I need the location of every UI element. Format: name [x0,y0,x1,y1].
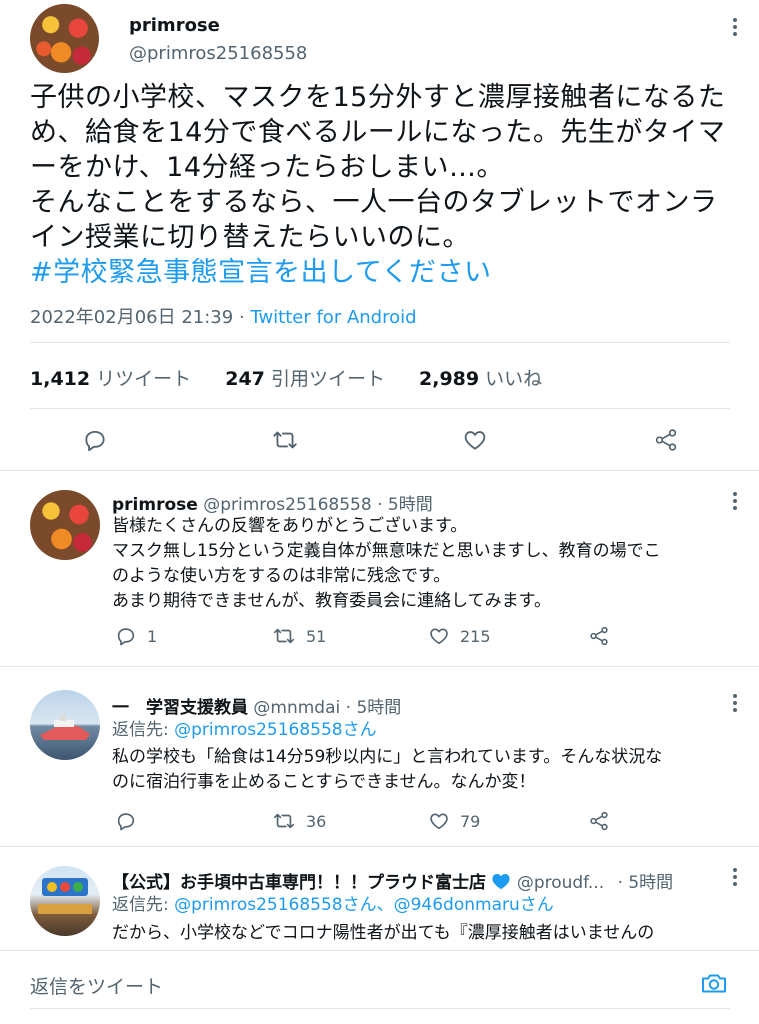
quotes-stat[interactable]: 247 引用ツイート [225,368,413,390]
divider [30,342,730,343]
share-icon[interactable] [588,810,610,832]
tweet-text-line: め、給食を14分で食べるルールになった。先生がタイマ [30,117,726,148]
share-icon[interactable] [588,625,610,647]
tweet-text-line: イン授業に切り替えたらいいのに。 [30,222,470,253]
reply-author-name[interactable]: 一 学習支援教員 [112,698,248,718]
reply-text-line: マスク無し15分という定義自体が無意味だと思いますし、教育の場でこ [112,541,661,561]
reply-text-line: あまり期待できませんが、教育委員会に連絡してみます。 [112,591,551,611]
reply-to-link[interactable]: @primros25168558さん [174,720,376,740]
reply-text: だから、小学校などでコロナ陽性者が出ても『濃厚接触者はいませんの [112,921,654,946]
reply-author-handle[interactable]: @proudf... [517,873,604,893]
reply-compose-input[interactable]: 返信をツイート [30,972,163,999]
reply-author-handle[interactable]: @mnmdai [253,698,340,718]
reply-action-reply[interactable] [115,810,137,832]
main-author-avatar[interactable] [30,4,99,73]
camera-icon[interactable] [700,970,728,996]
reply-count: 1 [147,626,158,646]
reply-to-line: 返信先: @primros25168558さん [112,718,377,743]
reply-author-name[interactable]: 【公式】お手頃中古車専門！！！プラウド富士店 [112,873,486,893]
tweet-stats: 1,412 リツイート 247 引用ツイート 2,989 いいね [30,364,570,391]
reply-avatar[interactable] [30,866,100,936]
more-options-icon[interactable] [733,18,739,39]
divider [30,408,730,409]
like-count: 215 [460,626,491,646]
like-count: 79 [460,811,481,831]
reply-action-retweet[interactable]: 36 [272,810,326,832]
reply-action-like[interactable]: 79 [428,810,480,832]
reply-to-link[interactable]: @primros25168558さん、@946donmaruさん [174,895,554,915]
share-icon[interactable] [653,427,679,453]
reply-text-line: 皆様たくさんの反響をありがとうございます。 [112,516,468,536]
hashtag-link[interactable]: #学校緊急事態宣言を出してください [30,255,735,290]
main-author-name[interactable]: primrose [129,15,220,36]
reply-avatar[interactable] [30,490,100,560]
reply-time[interactable]: · 5時間 [346,698,402,718]
retweet-count: 51 [306,626,327,646]
reply-header: 一 学習支援教員 @mnmdai · 5時間 [112,693,401,718]
reply-text-line: のに宿泊行事を止めることすらできません。なんか変！ [112,772,536,792]
reply-icon[interactable] [82,427,108,453]
reply-header: 【公式】お手頃中古車専門！！！プラウド富士店 @proudf... · 5時間 [112,868,722,893]
reply-to-label: 返信先: [112,895,169,915]
reply-action-retweet[interactable]: 51 [272,625,326,647]
tweet-source-link[interactable]: Twitter for Android [250,307,416,328]
reply-to-line: 返信先: @primros25168558さん、@946donmaruさん [112,893,554,918]
reply-avatar[interactable] [30,690,100,760]
divider [0,470,759,471]
reply-text: 皆様たくさんの反響をありがとうございます。 マスク無し15分という定義自体が無意… [112,514,661,614]
divider [0,666,759,667]
reply-action-like[interactable]: 215 [428,625,491,647]
like-icon[interactable] [462,427,488,453]
reply-text-line: だから、小学校などでコロナ陽性者が出ても『濃厚接触者はいませんの [112,923,655,943]
reply-to-label: 返信先: [112,720,169,740]
retweets-stat[interactable]: 1,412 リツイート [30,368,219,390]
reply-text-line: のような使い方をするのは非常に残念です。 [112,566,451,586]
blue-heart-icon [491,872,511,890]
reply-text: 私の学校も「給食は14分59秒以内に」と言われています。そんな状況な のに宿泊行… [112,745,662,795]
compose-underline [30,1008,730,1009]
tweet-text-line: そんなことをするなら、一人一台のタブレットでオンラ [30,187,718,218]
main-tweet-text: 子供の小学校、マスクを15分外すと濃厚接触者になるた め、給食を14分で食べるル… [30,80,735,290]
reply-time[interactable]: · 5時間 [618,873,674,893]
reply-header: primrose @primros25168558 · 5時間 [112,490,433,515]
more-options-icon[interactable] [733,868,739,889]
tweet-meta: 2022年02月06日 21:39 · Twitter for Android [30,303,417,329]
divider [0,846,759,847]
more-options-icon[interactable] [733,694,739,715]
tweet-text-line: ーをかけ、14分経ったらおしまい…。 [30,152,505,183]
reply-author-handle[interactable]: @primros25168558 [203,495,371,515]
reply-time[interactable]: · 5時間 [377,495,433,515]
meta-separator: · [238,307,245,328]
retweet-count: 36 [306,811,327,831]
main-author-handle[interactable]: @primros25168558 [129,43,307,64]
reply-author-name[interactable]: primrose [112,495,198,515]
tweet-text-line: 子供の小学校、マスクを15分外すと濃厚接触者になるた [30,82,726,113]
reply-text-line: 私の学校も「給食は14分59秒以内に」と言われています。そんな状況な [112,747,663,767]
tweet-timestamp[interactable]: 2022年02月06日 21:39 [30,307,233,328]
retweet-icon[interactable] [271,427,299,453]
reply-action-reply[interactable]: 1 [115,625,157,647]
likes-stat[interactable]: 2,989 いいね [419,368,570,390]
more-options-icon[interactable] [733,492,739,513]
